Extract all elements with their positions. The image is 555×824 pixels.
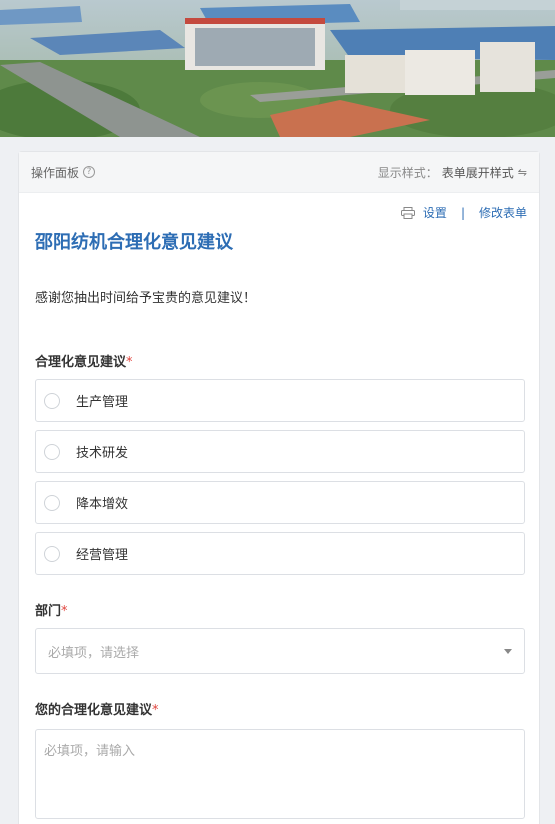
department-select-placeholder: 必填项，请选择 [48,645,140,661]
form-toolbar: 设置 | 修改表单 [400,204,527,221]
radio-option-label: 经营管理 [76,548,129,563]
form-title: 邵阳纺机合理化意见建议 [35,232,233,253]
suggestion-textarea-placeholder: 必填项，请输入 [44,744,136,759]
question-label-text: 部门 [35,604,62,619]
radio-option-label: 降本增效 [76,497,129,512]
radio-option-production-management[interactable]: 生产管理 [35,379,525,422]
radio-option-cost-reduction[interactable]: 降本增效 [35,481,525,524]
question-label-your-suggestion: 您的合理化意见建议* [35,699,159,718]
radio-option-operation-management[interactable]: 经营管理 [35,532,525,575]
help-icon[interactable]: ? [83,166,96,178]
form-description: 感谢您抽出时间给予宝贵的意见建议！ [35,291,257,306]
display-style-value: 表单展开样式 [441,165,514,180]
radio-option-tech-rnd[interactable]: 技术研发 [35,430,525,473]
required-marker: * [126,355,133,370]
print-icon[interactable] [400,206,415,219]
suggestion-textarea[interactable]: 必填项，请输入 [35,729,525,819]
radio-button[interactable] [44,443,60,460]
header-banner-image [0,0,555,137]
swap-icon[interactable]: ⇋ [518,166,527,179]
settings-link[interactable]: 设置 [423,204,447,221]
radio-button[interactable] [44,494,60,511]
operation-panel: 操作面板 ? 显示样式： 表单展开样式 ⇋ 设置 | 修改表单 邵阳纺机合理化意… [18,151,540,824]
required-marker: * [152,703,159,718]
required-marker: * [61,604,68,619]
radio-option-label: 技术研发 [76,446,129,461]
display-style-toggle[interactable]: 显示样式： 表单展开样式 ⇋ [378,164,527,181]
radio-option-label: 生产管理 [76,395,129,410]
radio-button[interactable] [44,545,60,562]
department-select[interactable]: 必填项，请选择 [35,628,525,674]
display-style-label: 显示样式： [377,165,438,180]
panel-header: 操作面板 ? 显示样式： 表单展开样式 ⇋ [19,152,539,193]
radio-button[interactable] [44,392,60,409]
panel-title: 操作面板 [31,165,80,180]
edit-form-link[interactable]: 修改表单 [479,204,527,221]
question-label-text: 您的合理化意见建议 [35,703,153,718]
question-label-suggestion-category: 合理化意见建议* [35,351,133,370]
question-label-department: 部门* [35,600,68,619]
toolbar-separator: | [460,205,465,220]
question-label-text: 合理化意见建议 [35,355,127,370]
chevron-down-icon[interactable] [504,648,512,654]
